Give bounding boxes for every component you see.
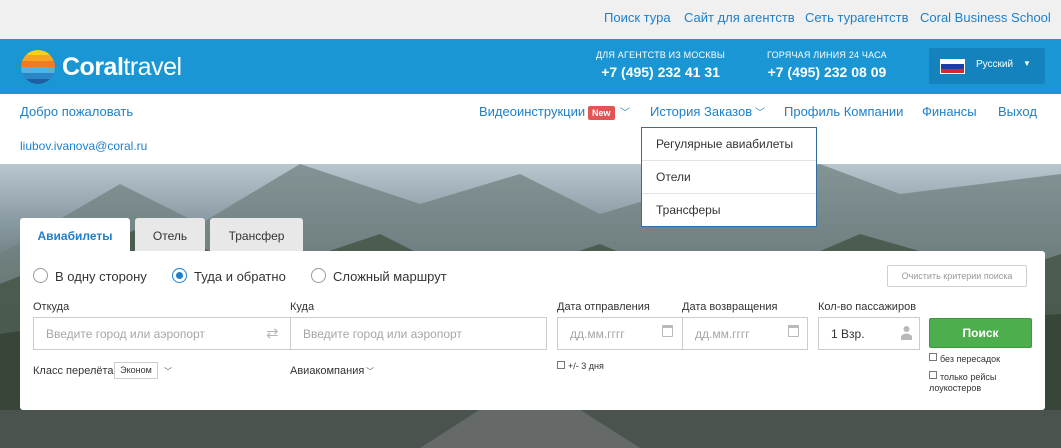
user-email[interactable]: liubov.ivanova@coral.ru: [20, 139, 147, 153]
return-label: Дата возвращения: [682, 301, 778, 313]
dropdown-item-regular-flights[interactable]: Регулярные авиабилеты: [642, 128, 816, 161]
to-label: Куда: [290, 301, 315, 313]
radio-one-way-label[interactable]: В одну сторону: [55, 269, 147, 284]
dropdown-item-hotels[interactable]: Отели: [642, 161, 816, 194]
nav-order-history[interactable]: История Заказов: [650, 104, 752, 119]
new-badge: New: [588, 106, 615, 120]
top-links-bar: Поиск тура Сайт для агентств Сеть тураге…: [0, 0, 1061, 39]
order-history-dropdown: Регулярные авиабилеты Отели Трансферы: [641, 127, 817, 227]
no-transfers-checkbox[interactable]: [929, 353, 937, 361]
chevron-down-icon[interactable]: ﹀: [366, 366, 374, 377]
moscow-phone-block: ДЛЯ АГЕНТСТВ ИЗ МОСКВЫ +7 (495) 232 41 3…: [596, 50, 725, 80]
flex-dates-checkbox[interactable]: [557, 361, 565, 369]
search-button[interactable]: Поиск: [929, 318, 1032, 348]
swap-icon[interactable]: ⇄: [266, 324, 279, 342]
radio-round-trip-label[interactable]: Туда и обратно: [194, 269, 286, 284]
link-business-school[interactable]: Coral Business School: [920, 10, 1051, 25]
calendar-icon[interactable]: [788, 325, 799, 337]
lowcost-label-line1: только рейсы: [940, 372, 997, 382]
lowcost-checkbox[interactable]: [929, 371, 937, 379]
link-agency-network[interactable]: Сеть турагентств: [805, 10, 908, 25]
coral-travel-logo[interactable]: Coraltravel: [20, 49, 196, 85]
nav-company-profile[interactable]: Профиль Компании: [784, 104, 903, 119]
from-label: Откуда: [33, 301, 70, 313]
class-label: Класс перелёта: [33, 365, 114, 377]
passengers-label: Кол-во пассажиров: [818, 301, 917, 313]
language-select[interactable]: Русский ▼: [929, 48, 1045, 84]
person-icon: [901, 326, 912, 340]
to-input[interactable]: [290, 317, 547, 350]
class-select[interactable]: Эконом: [114, 362, 158, 379]
depart-label: Дата отправления: [557, 301, 650, 313]
radio-one-way[interactable]: [33, 268, 48, 283]
tab-hotel[interactable]: Отель: [135, 218, 205, 251]
caret-down-icon: ▼: [1023, 59, 1031, 68]
moscow-phone-caption: ДЛЯ АГЕНТСТВ ИЗ МОСКВЫ: [596, 50, 726, 60]
hotline-phone-caption: ГОРЯЧАЯ ЛИНИЯ 24 ЧАСА: [767, 50, 887, 60]
radio-multi-city[interactable]: [311, 268, 326, 283]
nav-logout[interactable]: Выход: [998, 104, 1037, 119]
from-input[interactable]: [33, 317, 291, 350]
tab-flights[interactable]: Авиабилеты: [20, 218, 130, 251]
radio-round-trip[interactable]: [172, 268, 187, 283]
lowcost-label-line2: лоукостеров: [929, 383, 982, 393]
chevron-down-icon: ﹀: [755, 108, 765, 119]
russia-flag-icon: [940, 59, 965, 74]
nav-finance[interactable]: Финансы: [922, 104, 977, 119]
welcome-link[interactable]: Добро пожаловать: [20, 104, 133, 119]
hotline-phone-number[interactable]: +7 (495) 232 08 09: [767, 64, 887, 80]
clear-criteria-button[interactable]: Очистить критерии поиска: [887, 265, 1027, 287]
logo-wordmark: Coraltravel: [62, 53, 182, 81]
link-tour-search[interactable]: Поиск тура: [604, 10, 671, 25]
dropdown-item-transfers[interactable]: Трансферы: [642, 194, 816, 227]
no-transfers-label: без пересадок: [940, 354, 1001, 364]
chevron-down-icon[interactable]: ﹀: [164, 366, 172, 377]
chevron-down-icon: ﹀: [620, 108, 630, 119]
main-header: Coraltravel ДЛЯ АГЕНТСТВ ИЗ МОСКВЫ +7 (4…: [0, 39, 1061, 94]
flex-dates-label: +/- 3 дня: [568, 361, 604, 371]
language-label: Русский: [976, 59, 1014, 70]
tab-transfer[interactable]: Трансфер: [210, 218, 303, 251]
user-nav-row: Добро пожаловать liubov.ivanova@coral.ru…: [0, 94, 1061, 164]
link-agency-site[interactable]: Сайт для агентств: [684, 10, 795, 25]
hotline-phone-block: ГОРЯЧАЯ ЛИНИЯ 24 ЧАСА +7 (495) 232 08 09: [767, 50, 887, 80]
logo-sun-icon: [21, 50, 55, 84]
moscow-phone-number[interactable]: +7 (495) 232 41 31: [596, 64, 725, 80]
radio-multi-city-label[interactable]: Сложный маршрут: [333, 269, 447, 284]
nav-video-instructions[interactable]: Видеоинструкции: [479, 104, 585, 119]
calendar-icon[interactable]: [662, 325, 673, 337]
airline-select[interactable]: Авиакомпания: [290, 365, 364, 377]
